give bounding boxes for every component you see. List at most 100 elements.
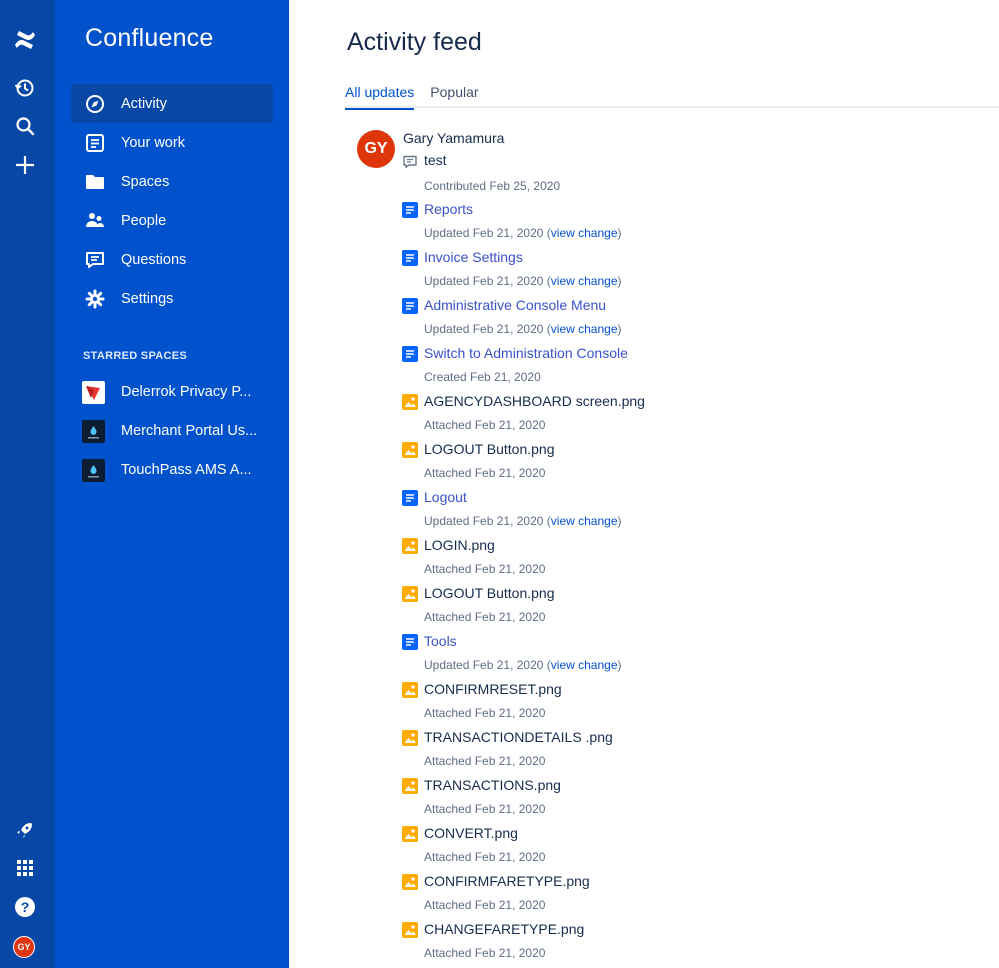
nav-item-your-work[interactable]: Your work [71, 123, 273, 162]
app-name: Confluence [85, 24, 214, 52]
feed-item-title[interactable]: CHANGEFARETYPE.png [424, 921, 584, 937]
feed-item-title[interactable]: AGENCYDASHBOARD screen.png [424, 393, 645, 409]
starred-space-label: Delerrok Privacy P... [121, 384, 252, 400]
feed-item-title[interactable]: test [424, 152, 447, 168]
feed-item-meta: Attached Feb 21, 2020 [424, 562, 545, 576]
feed-item: CHANGEFARETYPE.png Attached Feb 21, 2020 [402, 918, 962, 966]
feed-item: test Contributed Feb 25, 2020 [402, 150, 962, 198]
feed-item-title[interactable]: Logout [424, 489, 467, 505]
feed-item-meta: Created Feb 21, 2020 [424, 370, 541, 384]
nav-item-label: Questions [121, 251, 187, 268]
starred-space-merchant-portal[interactable]: Merchant Portal Us... [82, 416, 277, 446]
view-change-link[interactable]: view change [551, 322, 618, 336]
tabs-divider [345, 106, 999, 108]
feed-item-title[interactable]: LOGIN.png [424, 537, 495, 553]
starred-space-delerrok[interactable]: Delerrok Privacy P... [82, 377, 277, 407]
nav-item-spaces[interactable]: Spaces [71, 162, 273, 201]
document-icon [84, 132, 106, 154]
user-avatar[interactable]: GY [357, 130, 395, 168]
search-icon[interactable] [12, 113, 38, 139]
questions-icon [84, 249, 106, 271]
feed-item-meta: Updated Feb 21, 2020 (view change) [424, 226, 622, 240]
compass-icon [84, 93, 106, 115]
nav-item-label: People [121, 212, 167, 229]
view-change-link[interactable]: view change [551, 226, 618, 240]
starred-space-label: Merchant Portal Us... [121, 423, 258, 439]
feed-item-action: Attached Feb 21, 2020 [424, 850, 546, 864]
feed-item: TRANSACTIONS.png Attached Feb 21, 2020 [402, 774, 962, 822]
feed-item-action: Attached Feb 21, 2020 [424, 610, 546, 624]
app-switcher-icon[interactable] [12, 855, 38, 881]
feed-item-meta: Attached Feb 21, 2020 [424, 802, 545, 816]
feed-item-title[interactable]: Reports [424, 201, 473, 217]
feed-item-meta: Updated Feb 21, 2020 (view change) [424, 322, 622, 336]
page-title: Activity feed [347, 28, 482, 56]
feed-item-title[interactable]: TRANSACTIONDETAILS .png [424, 729, 613, 745]
feed-item-action: Updated Feb 21, 2020 [424, 322, 544, 336]
feed-item-title[interactable]: CONFIRMFARETYPE.png [424, 873, 590, 889]
feed-item-title[interactable]: CONVERT.png [424, 825, 518, 841]
feed-item-action: Attached Feb 21, 2020 [424, 946, 546, 960]
image-attachment-icon [402, 874, 418, 890]
feed-item-title[interactable]: Tools [424, 633, 457, 649]
feed-item-meta: Attached Feb 21, 2020 [424, 946, 545, 960]
confluence-logo-icon[interactable] [12, 27, 38, 53]
feed-item-meta: Updated Feb 21, 2020 (view change) [424, 274, 622, 288]
nav-item-label: Your work [121, 134, 185, 151]
rocket-icon[interactable] [12, 817, 38, 843]
feed-item: CONFIRMRESET.png Attached Feb 21, 2020 [402, 678, 962, 726]
nav-item-activity[interactable]: Activity [71, 84, 273, 123]
svg-text:?: ? [21, 899, 30, 915]
feed-item-meta: Attached Feb 21, 2020 [424, 610, 545, 624]
feed-item-action: Created Feb 21, 2020 [424, 370, 541, 384]
nav-item-people[interactable]: People [71, 201, 273, 240]
feed-item: Invoice Settings Updated Feb 21, 2020 (vi… [402, 246, 962, 294]
global-rail: ? GY [0, 0, 55, 968]
image-attachment-icon [402, 442, 418, 458]
feed-item: CONFIRMFARETYPE.png Attached Feb 21, 2020 [402, 870, 962, 918]
view-change-link[interactable]: view change [551, 514, 618, 528]
image-attachment-icon [402, 682, 418, 698]
feed-item-action: Attached Feb 21, 2020 [424, 418, 546, 432]
feed-item-title[interactable]: LOGOUT Button.png [424, 585, 554, 601]
feed-item-action: Attached Feb 21, 2020 [424, 706, 546, 720]
feed-item-action: Contributed Feb 25, 2020 [424, 179, 561, 193]
feed-item: Reports Updated Feb 21, 2020 (view change… [402, 198, 962, 246]
feed-item: TRANSACTIONDETAILS .png Attached Feb 21, … [402, 726, 962, 774]
feed-item-title[interactable]: Invoice Settings [424, 249, 523, 265]
feed-item-title[interactable]: Switch to Administration Console [424, 345, 628, 361]
feed-item: LOGOUT Button.png Attached Feb 21, 2020 [402, 582, 962, 630]
view-change-link[interactable]: view change [551, 658, 618, 672]
touchpass-logo-icon [82, 458, 105, 482]
image-attachment-icon [402, 538, 418, 554]
image-attachment-icon [402, 826, 418, 842]
nav-item-label: Spaces [121, 173, 170, 190]
feed-item-meta: Attached Feb 21, 2020 [424, 466, 545, 480]
nav-item-questions[interactable]: Questions [71, 240, 273, 279]
feed-item: Tools Updated Feb 21, 2020 (view change) [402, 630, 962, 678]
main-content: Activity feed All updates Popular GY Gar… [289, 0, 999, 968]
starred-space-touchpass-ams[interactable]: TouchPass AMS A... [82, 455, 277, 485]
create-plus-icon[interactable] [12, 152, 38, 178]
feed-item-meta: Attached Feb 21, 2020 [424, 706, 545, 720]
feed-item-title[interactable]: CONFIRMRESET.png [424, 681, 562, 697]
view-change-link[interactable]: view change [551, 274, 618, 288]
nav-item-label: Activity [121, 95, 167, 112]
feed-item-meta: Contributed Feb 25, 2020 [424, 179, 560, 193]
delerrok-logo-icon [82, 380, 105, 404]
feed-item-meta: Updated Feb 21, 2020 (view change) [424, 658, 622, 672]
nav-item-label: Settings [121, 290, 174, 307]
feed-item-title[interactable]: LOGOUT Button.png [424, 441, 554, 457]
user-name[interactable]: Gary Yamamura [403, 130, 504, 146]
recent-history-icon[interactable] [12, 75, 38, 101]
help-icon[interactable]: ? [12, 894, 38, 920]
nav-item-settings[interactable]: Settings [71, 279, 273, 318]
feed-item-title[interactable]: Administrative Console Menu [424, 297, 606, 313]
page-icon [402, 250, 418, 266]
feed-item-action: Attached Feb 21, 2020 [424, 802, 546, 816]
profile-avatar[interactable]: GY [13, 936, 35, 958]
folder-icon [84, 171, 106, 193]
feed-item: Logout Updated Feb 21, 2020 (view change) [402, 486, 962, 534]
feed-item-action: Updated Feb 21, 2020 [424, 658, 544, 672]
feed-item-title[interactable]: TRANSACTIONS.png [424, 777, 561, 793]
